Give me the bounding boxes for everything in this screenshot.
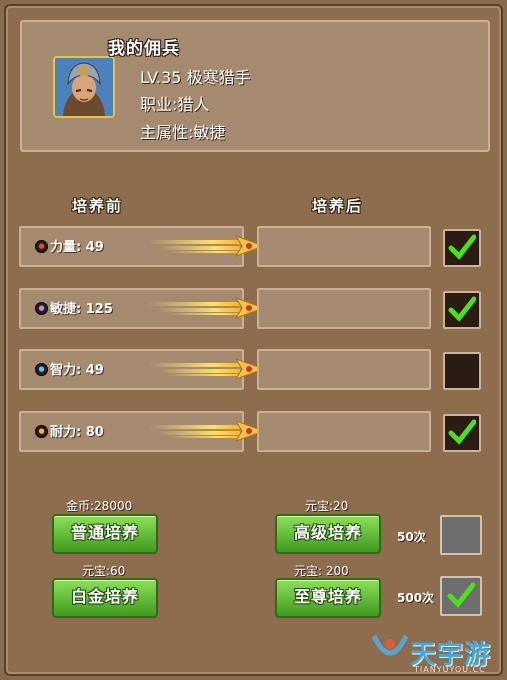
- checkmark-icon: [447, 582, 475, 608]
- arrow-right-icon: [148, 297, 266, 319]
- agility-lock-checkbox[interactable]: [443, 291, 481, 329]
- batch-500-checkbox[interactable]: [440, 576, 482, 616]
- intellect-lock-checkbox[interactable]: [443, 352, 481, 390]
- mercenary-portrait[interactable]: [53, 56, 115, 118]
- hunter-avatar-icon: [55, 58, 113, 116]
- stamina-icon: ●: [35, 425, 48, 438]
- stat-after-strength: [257, 226, 431, 267]
- checkmark-icon: [448, 419, 476, 445]
- strength-lock-checkbox[interactable]: [443, 229, 481, 267]
- agility-icon: ●: [35, 302, 48, 315]
- stat-after-stamina: [257, 411, 431, 452]
- stamina-lock-checkbox[interactable]: [443, 414, 481, 452]
- stat-label: 智力: 49: [50, 363, 104, 378]
- strength-icon: ●: [35, 240, 48, 253]
- supreme-train-button[interactable]: 至尊培养: [275, 578, 381, 618]
- stat-after-intellect: [257, 349, 431, 390]
- level-class-text: LV.35 极寒猎手: [140, 68, 251, 87]
- advanced-train-button[interactable]: 高级培养: [275, 514, 381, 554]
- normal-train-cost: 金币:28000: [66, 499, 133, 513]
- platinum-train-cost: 元宝:60: [82, 564, 126, 578]
- batch-50-checkbox[interactable]: [440, 515, 482, 555]
- arrow-right-icon: [148, 420, 266, 442]
- job-text: 职业:猎人: [140, 95, 210, 114]
- before-column-header: 培养前: [72, 197, 124, 215]
- arrow-right-icon: [148, 358, 266, 380]
- stat-label: 敏捷: 125: [50, 302, 113, 317]
- stat-label: 力量: 49: [50, 240, 104, 255]
- advanced-train-cost: 元宝:20: [305, 499, 349, 513]
- arrow-right-icon: [148, 235, 266, 257]
- batch-50-label: 50次: [397, 530, 426, 544]
- watermark-logo: 天宇游 TIANYUYOU.CC: [370, 630, 505, 678]
- watermark-subtext: TIANYUYOU.CC: [414, 665, 486, 674]
- checkmark-icon: [448, 296, 476, 322]
- main-attribute-text: 主属性:敏捷: [140, 123, 226, 142]
- stat-label: 耐力: 80: [50, 425, 104, 440]
- panel-title: 我的佣兵: [108, 39, 180, 59]
- batch-500-label: 500次: [397, 591, 435, 605]
- platinum-train-button[interactable]: 白金培养: [52, 578, 158, 618]
- stat-after-agility: [257, 288, 431, 329]
- site-logo-icon: [371, 634, 409, 656]
- supreme-train-cost: 元宝: 200: [294, 564, 349, 578]
- after-column-header: 培养后: [312, 197, 364, 215]
- intellect-icon: ●: [35, 363, 48, 376]
- checkmark-icon: [448, 234, 476, 260]
- normal-train-button[interactable]: 普通培养: [52, 514, 158, 554]
